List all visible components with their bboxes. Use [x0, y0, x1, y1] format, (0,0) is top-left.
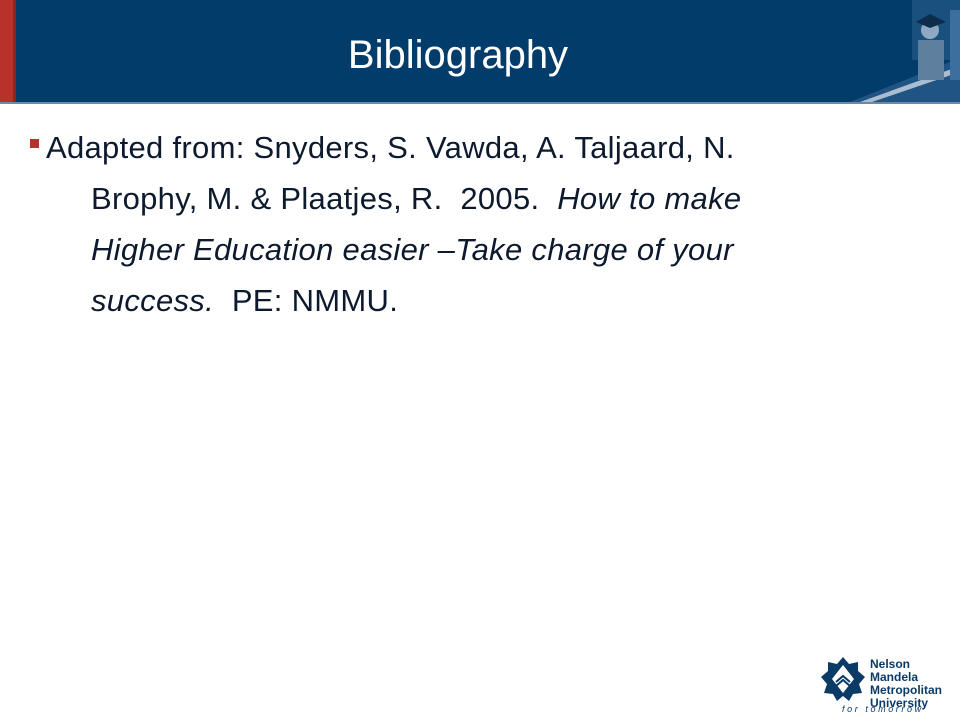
bibliography-entry: Adapted from: Snyders, S. Vawda, A. Talj…	[30, 122, 910, 326]
slide-title: Bibliography	[347, 33, 569, 77]
entry-line-3: Higher Education easier –Take charge of …	[30, 224, 910, 275]
entry-publisher: PE: NMMU.	[214, 283, 399, 318]
entry-title-part-1: How to make	[557, 181, 742, 216]
entry-line-4: success. PE: NMMU.	[30, 275, 910, 326]
entry-line-2: Brophy, M. & Plaatjes, R. 2005. How to m…	[30, 173, 910, 224]
entry-title-part-3: success.	[91, 283, 214, 318]
logo-wordmark: Nelson Mandela Metropolitan University	[870, 658, 958, 710]
entry-text-2: Brophy, M. & Plaatjes, R. 2005.	[91, 181, 558, 216]
entry-text-1: Adapted from: Snyders, S. Vawda, A. Talj…	[46, 130, 735, 165]
university-emblem-icon	[821, 657, 865, 701]
square-bullet-icon	[30, 139, 39, 149]
title-underline	[0, 102, 960, 104]
logo-tagline: for tomorrow	[842, 704, 924, 714]
entry-title-part-2: Higher Education easier –Take charge of …	[91, 232, 734, 267]
entry-line-1: Adapted from: Snyders, S. Vawda, A. Talj…	[30, 122, 910, 173]
title-bar: Bibliography	[0, 0, 960, 102]
graduate-photo-icon	[850, 0, 960, 102]
university-logo: Nelson Mandela Metropolitan University f…	[818, 654, 958, 716]
logo-line-1: Nelson Mandela	[870, 657, 919, 684]
